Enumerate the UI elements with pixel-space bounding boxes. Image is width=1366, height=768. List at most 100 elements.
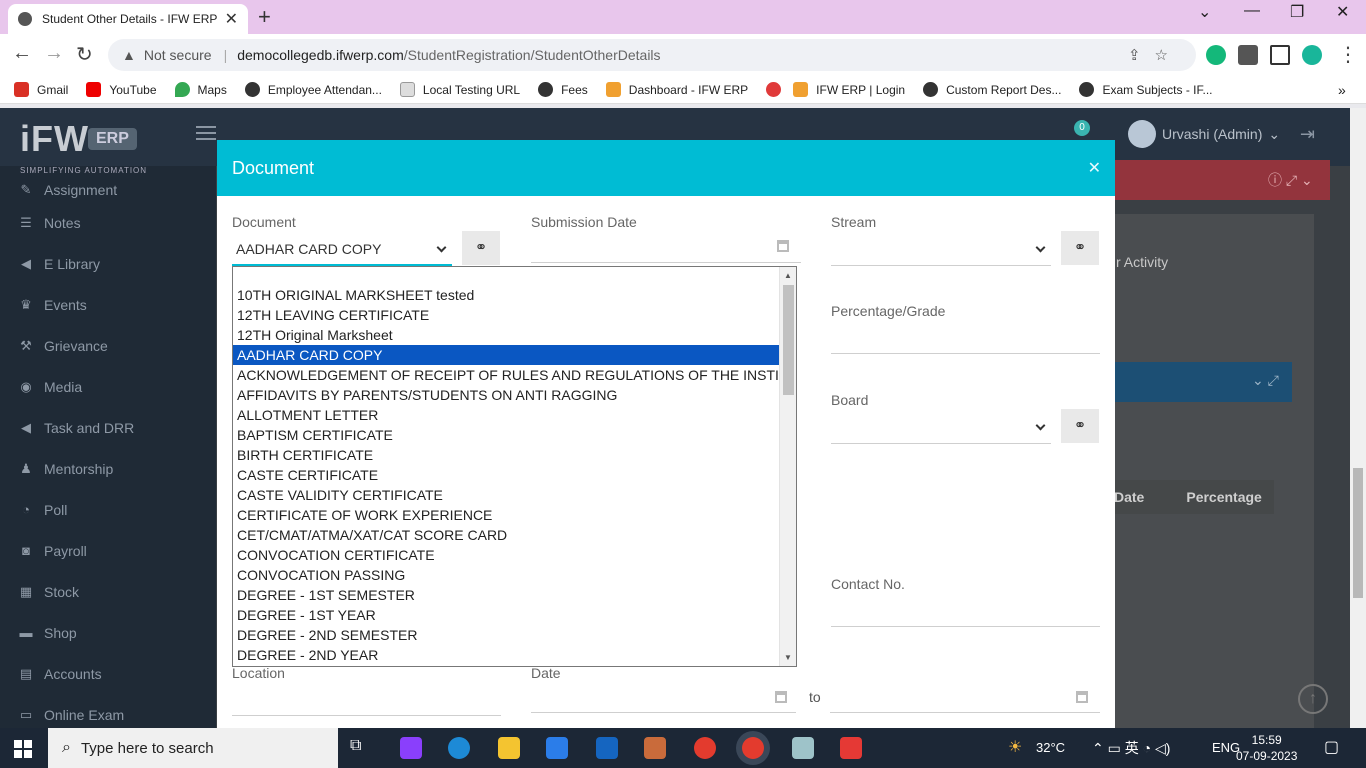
th-date[interactable]: Date: [1114, 489, 1144, 505]
board-link-button[interactable]: ⚭: [1061, 409, 1099, 443]
restore-icon[interactable]: ❐: [1290, 2, 1304, 22]
app-icon[interactable]: [400, 737, 422, 759]
sidebar-item-e-library[interactable]: ◀ E Library: [0, 243, 216, 284]
dropdown-option[interactable]: 12TH LEAVING CERTIFICATE: [233, 305, 796, 325]
back-icon[interactable]: ←: [12, 42, 32, 65]
sidebar-item-online-exam[interactable]: ▭ Online Exam: [0, 694, 216, 728]
bookmark-ifw-login[interactable]: IFW ERP | Login: [793, 82, 905, 97]
close-window-icon[interactable]: ✕: [1336, 2, 1349, 22]
store-icon[interactable]: [546, 737, 568, 759]
more-bookmarks-icon[interactable]: »: [1338, 82, 1346, 98]
sidebar-item-media[interactable]: ◉ Media: [0, 366, 216, 407]
calendar-icon[interactable]: [775, 691, 787, 703]
grammarly-extension-icon[interactable]: [1206, 45, 1226, 65]
browser-tab[interactable]: Student Other Details - IFW ERP ✕: [8, 4, 248, 34]
scroll-up-arrow-icon[interactable]: ▲: [784, 271, 792, 280]
file-explorer-icon[interactable]: [498, 737, 520, 759]
sidebar-item-events[interactable]: ♛ Events: [0, 284, 216, 325]
app-icon[interactable]: [644, 737, 666, 759]
dropdown-option[interactable]: CERTIFICATE OF WORK EXPERIENCE: [233, 505, 796, 525]
notification-center-icon[interactable]: ▢: [1324, 737, 1339, 757]
extensions-puzzle-icon[interactable]: [1238, 45, 1258, 65]
location-input[interactable]: [232, 715, 501, 716]
bookmark-youtube[interactable]: YouTube: [86, 82, 157, 97]
sidebar-item-accounts[interactable]: ▤ Accounts: [0, 653, 216, 694]
dropdown-option[interactable]: ALLOTMENT LETTER: [233, 405, 796, 425]
dropdown-option-selected[interactable]: AADHAR CARD COPY: [233, 345, 796, 365]
sidebar-item-task-drr[interactable]: ◀ Task and DRR: [0, 407, 216, 448]
forward-icon[interactable]: →: [44, 42, 64, 65]
bookmark-custom-report[interactable]: Custom Report Des...: [923, 82, 1061, 97]
calendar-icon[interactable]: [1076, 691, 1088, 703]
page-scrollbar[interactable]: [1350, 108, 1366, 728]
stream-link-button[interactable]: ⚭: [1061, 231, 1099, 265]
dropdown-option[interactable]: DEGREE - 2ND YEAR: [233, 645, 796, 665]
dropdown-option[interactable]: DEGREE - 2ND SEMESTER: [233, 625, 796, 645]
hamburger-menu-icon[interactable]: [196, 126, 216, 140]
dropdown-scroll-thumb[interactable]: [783, 285, 794, 395]
bookmark-maps[interactable]: Maps: [174, 82, 227, 97]
stream-select[interactable]: [831, 265, 1051, 266]
chrome-active-icon[interactable]: [742, 737, 764, 759]
windows-start-icon[interactable]: [14, 740, 32, 758]
weather-icon[interactable]: ☀: [1008, 737, 1022, 757]
weather-text[interactable]: 32°C: [1036, 740, 1065, 755]
dropdown-option[interactable]: CASTE CERTIFICATE: [233, 465, 796, 485]
dropdown-option[interactable]: ACKNOWLEDGEMENT OF RECEIPT OF RULES AND …: [233, 365, 796, 385]
notepad-icon[interactable]: [792, 737, 814, 759]
browser-menu-icon[interactable]: ⋮: [1338, 42, 1358, 67]
percentage-input[interactable]: [831, 353, 1100, 354]
new-tab-icon[interactable]: +: [258, 4, 271, 30]
scrollbar-thumb[interactable]: [1353, 468, 1363, 598]
dropdown-option[interactable]: DEGREE - 1ST SEMESTER: [233, 585, 796, 605]
chrome-icon[interactable]: [694, 737, 716, 759]
dropdown-scrollbar[interactable]: ▲ ▼: [779, 267, 796, 666]
bookmark-fees[interactable]: Fees: [538, 82, 588, 97]
scroll-to-top-icon[interactable]: ↑: [1298, 684, 1328, 714]
edge-icon[interactable]: [448, 737, 470, 759]
bookmark-exam-subjects[interactable]: Exam Subjects - IF...: [1079, 82, 1213, 97]
dropdown-option[interactable]: 12TH Original Marksheet: [233, 325, 796, 345]
document-link-button[interactable]: ⚭: [462, 231, 500, 265]
sidebar-item-notes[interactable]: ☰ Notes: [0, 202, 216, 243]
dropdown-option[interactable]: AFFIDAVITS BY PARENTS/STUDENTS ON ANTI R…: [233, 385, 796, 405]
sidebar-item-payroll[interactable]: ◙ Payroll: [0, 530, 216, 571]
date-from-input[interactable]: [531, 712, 796, 713]
minimize-icon[interactable]: —: [1244, 2, 1260, 20]
reload-icon[interactable]: ↻: [76, 42, 93, 67]
dropdown-option[interactable]: CET/CMAT/ATMA/XAT/CAT SCORE CARD: [233, 525, 796, 545]
board-select[interactable]: [831, 443, 1051, 444]
tab-search-chevron-icon[interactable]: ⌄: [1198, 2, 1211, 22]
contact-input[interactable]: [831, 626, 1100, 627]
date-to-input[interactable]: [830, 712, 1100, 713]
close-icon[interactable]: ✕: [1088, 158, 1101, 178]
th-percentage[interactable]: Percentage: [1186, 489, 1261, 505]
document-select-value[interactable]: AADHAR CARD COPY: [236, 241, 381, 257]
submission-date-input[interactable]: [531, 262, 801, 263]
bookmark-dashboard[interactable]: Dashboard - IFW ERP: [605, 82, 748, 97]
dropdown-option[interactable]: 10TH ORIGINAL MARKSHEET tested: [233, 285, 796, 305]
calendar-icon[interactable]: [777, 240, 789, 252]
url-field[interactable]: ▲ Not secure | democollegedb.ifwerp.com …: [108, 39, 1196, 71]
dropdown-option[interactable]: BIRTH CERTIFICATE: [233, 445, 796, 465]
mail-icon[interactable]: [596, 737, 618, 759]
bookmark-red-icon[interactable]: [766, 82, 782, 97]
dropdown-option[interactable]: CASTE VALIDITY CERTIFICATE: [233, 485, 796, 505]
tray-icons[interactable]: ⌃ ▭ 英 ◔ ◁): [1092, 738, 1170, 758]
side-panel-icon[interactable]: [1270, 45, 1290, 65]
document-dropdown-list[interactable]: 10TH ORIGINAL MARKSHEET tested 12TH LEAV…: [232, 266, 797, 667]
panel-controls-icons[interactable]: ⓘ ⤢ ⌄: [1268, 170, 1313, 190]
taskbar-clock[interactable]: 15:59 07-09-2023: [1236, 732, 1297, 764]
dropdown-option[interactable]: [233, 267, 796, 285]
sidebar-item-assignment[interactable]: ✎ Assignment: [0, 178, 216, 202]
sidebar-item-poll[interactable]: ◔ Poll: [0, 489, 216, 530]
task-view-icon[interactable]: ⧉: [350, 737, 372, 759]
sidebar-item-mentorship[interactable]: ♟ Mentorship: [0, 448, 216, 489]
dropdown-option[interactable]: CONVOCATION CERTIFICATE: [233, 545, 796, 565]
bookmark-gmail[interactable]: Gmail: [14, 82, 68, 97]
panel-collapse-icons[interactable]: ⌄ ⤢: [1252, 372, 1279, 389]
dropdown-option[interactable]: DEGREE - 1ST YEAR: [233, 605, 796, 625]
logout-icon[interactable]: ⇥: [1300, 124, 1315, 145]
close-tab-icon[interactable]: ✕: [225, 9, 238, 29]
bookmark-local-testing[interactable]: Local Testing URL: [399, 82, 520, 97]
